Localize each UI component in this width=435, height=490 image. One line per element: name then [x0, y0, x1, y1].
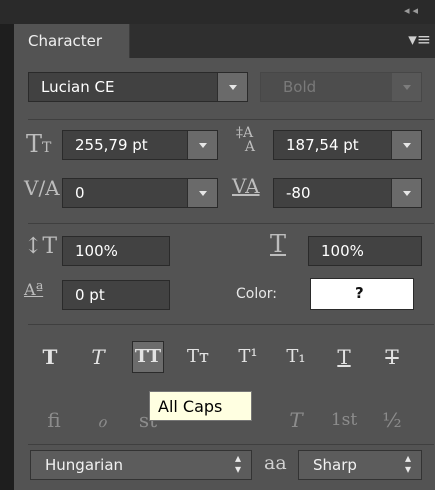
kerning-icon: V/A [24, 176, 60, 200]
subscript-button[interactable]: T₁ [280, 341, 312, 373]
leading-dropdown[interactable]: 187,54 pt [273, 130, 422, 160]
faux-italic-button[interactable]: T [82, 341, 114, 373]
small-caps-button[interactable]: Tт [182, 341, 214, 373]
leading-value: 187,54 pt [286, 136, 359, 154]
kerning-dropdown[interactable]: 0 [62, 178, 218, 208]
font-size-icon: TT [26, 130, 52, 158]
tracking-value: -80 [286, 184, 311, 202]
baseline-shift-field[interactable]: 0 pt [62, 280, 170, 310]
font-family-dropdown[interactable]: Lucian CE [28, 72, 248, 102]
strikethrough-button[interactable]: T [376, 341, 408, 373]
faux-bold-button[interactable]: T [34, 341, 66, 373]
antialias-icon: aa [264, 452, 287, 474]
color-label: Color: [236, 286, 278, 302]
tracking-dropdown[interactable]: -80 [273, 178, 422, 208]
baseline-shift-value: 0 pt [75, 286, 105, 304]
language-value: Hungarian [45, 456, 124, 474]
superscript-button[interactable]: T¹ [232, 341, 264, 373]
font-family-value: Lucian CE [41, 78, 115, 96]
separator [28, 119, 434, 120]
tooltip-text: All Caps [158, 397, 223, 416]
language-select[interactable]: Hungarian ▴ ▾ [30, 450, 252, 480]
up-down-arrows-icon: ▴ ▾ [404, 451, 411, 476]
tracking-icon: VA [232, 174, 260, 198]
vertical-scale-icon: ↕T [24, 234, 58, 259]
chevron-down-icon [391, 73, 421, 101]
font-size-dropdown[interactable]: 255,79 pt [62, 130, 218, 160]
all-caps-button[interactable]: TT [132, 341, 164, 373]
color-swatch[interactable]: ? [310, 278, 414, 310]
ligatures-button: fi [47, 408, 61, 432]
chevron-down-icon[interactable] [391, 131, 421, 159]
panel-top-bar: ◂◂ [0, 0, 435, 24]
antialias-value: Sharp [313, 456, 357, 474]
tooltip: All Caps [149, 391, 252, 421]
titling-button: T [289, 408, 303, 432]
color-swatch-text: ? [355, 284, 364, 302]
baseline-shift-icon: Aª [24, 280, 44, 299]
font-style-value: Bold [283, 78, 317, 96]
horizontal-scale-field[interactable]: 100% [308, 236, 422, 266]
leading-icon: ‡A A [236, 125, 256, 155]
tab-character[interactable]: Character [14, 24, 130, 58]
up-down-arrows-icon: ▴ ▾ [234, 451, 241, 476]
vertical-scale-field[interactable]: 100% [62, 236, 170, 266]
character-panel: Lucian CE Bold TT 255,79 pt ‡A A 187,54 … [14, 58, 435, 490]
vertical-scale-value: 100% [75, 242, 118, 260]
panel-menu-icon[interactable]: ▾≡ [408, 30, 431, 50]
font-size-value: 255,79 pt [75, 136, 148, 154]
chevron-down-icon[interactable] [187, 131, 217, 159]
underline-button[interactable]: T [328, 341, 360, 373]
fractions-button: ½ [382, 408, 402, 432]
font-style-dropdown: Bold [260, 72, 422, 102]
chevron-down-icon[interactable] [187, 179, 217, 207]
discretionary-ligatures-button: ℴ [97, 408, 107, 432]
separator [28, 223, 434, 224]
horizontal-scale-icon: T [270, 230, 287, 258]
tab-label: Character [28, 32, 103, 50]
ordinals-button: 1st [330, 410, 358, 430]
chevron-down-icon[interactable] [391, 179, 421, 207]
tab-row: Character ▾≡ [14, 24, 435, 58]
antialias-select[interactable]: Sharp ▴ ▾ [298, 450, 422, 480]
kerning-value: 0 [75, 184, 85, 202]
horizontal-scale-value: 100% [321, 242, 364, 260]
collapse-icon[interactable]: ◂◂ [404, 4, 421, 17]
separator [28, 444, 434, 445]
separator [28, 324, 434, 325]
chevron-down-icon[interactable] [217, 73, 247, 101]
character-panel-window: ◂◂ Character ▾≡ Lucian CE Bold TT 255,79… [0, 0, 435, 490]
